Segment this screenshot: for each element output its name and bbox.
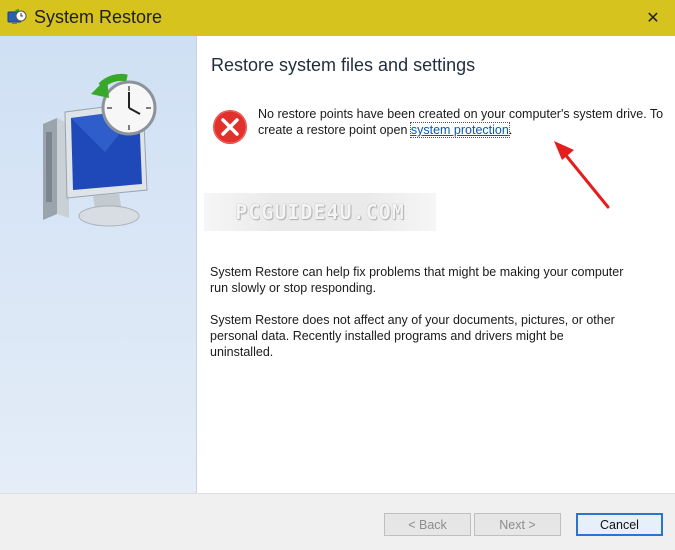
no-restore-points-message: No restore points have been created on y… <box>258 106 675 138</box>
info-paragraph-2: System Restore does not affect any of yo… <box>210 313 615 359</box>
info-paragraph-1: System Restore can help fix problems tha… <box>210 265 624 295</box>
next-button[interactable]: Next > <box>474 513 561 536</box>
system-protection-link[interactable]: system protection <box>409 122 510 138</box>
button-bar: < Back Next > Cancel <box>0 493 675 550</box>
page-heading: Restore system files and settings <box>211 55 476 75</box>
error-icon <box>213 110 247 144</box>
back-button[interactable]: < Back <box>384 513 471 536</box>
system-restore-app-icon <box>7 9 27 24</box>
cancel-button[interactable]: Cancel <box>576 513 663 536</box>
computer-restore-illustration <box>43 73 157 227</box>
close-icon: ✕ <box>646 10 660 27</box>
sidebar-banner <box>0 36 197 493</box>
close-button[interactable]: ✕ <box>631 0 675 36</box>
error-message-end: . <box>508 123 513 137</box>
watermark-text: PCGUIDE4U.COM <box>204 193 436 231</box>
title-bar[interactable]: System Restore ✕ <box>0 0 675 36</box>
window-title: System Restore <box>34 7 163 27</box>
red-annotation-arrow-icon <box>554 141 610 209</box>
main-content: Restore system files and settings No res… <box>197 36 675 493</box>
system-restore-window: System Restore ✕ Restore system files an… <box>0 0 675 550</box>
